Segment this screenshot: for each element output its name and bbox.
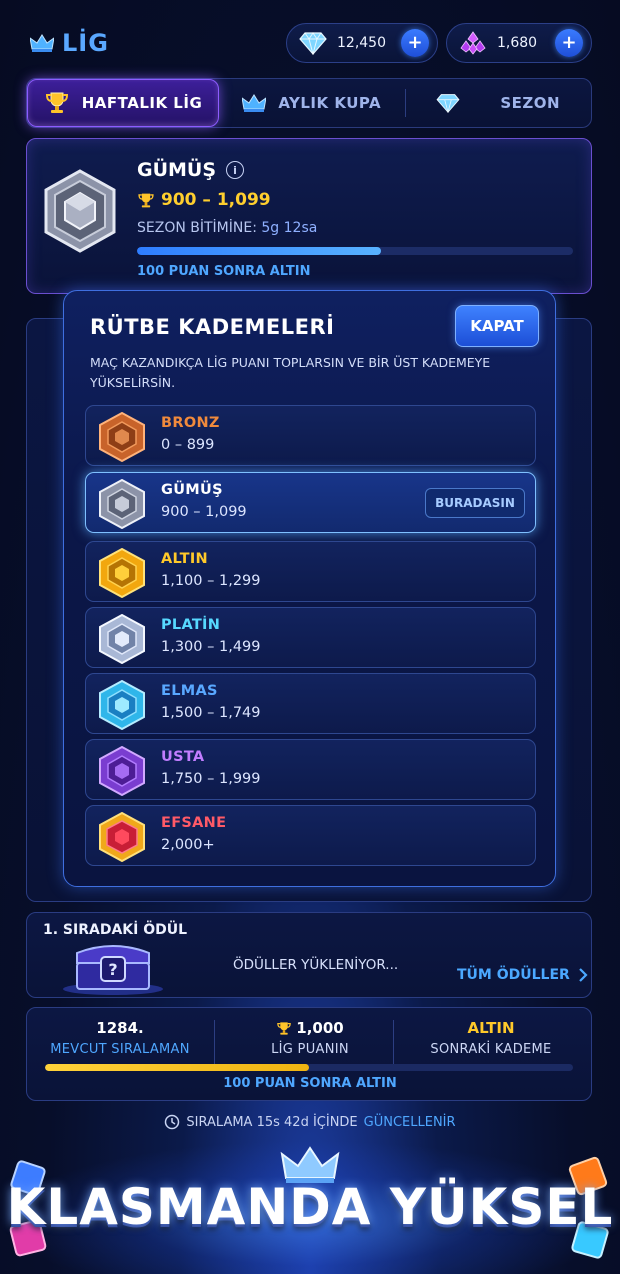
rank-value: 1284. xyxy=(96,1019,144,1037)
tab-weekly-league[interactable]: HAFTALIK LİG xyxy=(27,79,219,127)
crystals-value: 1,680 xyxy=(497,35,538,51)
reward-title: 1. SIRADAKİ ÖDÜL xyxy=(43,922,188,938)
league-progress-bar xyxy=(137,247,573,255)
gold-badge-icon xyxy=(99,548,145,598)
rank-label: MEVCUT SIRALAMAN xyxy=(50,1042,190,1057)
tier-row-legend: EFSANE 2,000+ xyxy=(85,805,536,866)
close-button[interactable]: KAPAT xyxy=(455,305,539,347)
tab-weekly-label: HAFTALIK LİG xyxy=(81,94,203,112)
season-label: SEZON BİTİMİNE: xyxy=(137,220,257,236)
ranking-update-timer: SIRALAMA 15s 42d İÇİNDE GÜNCELLENİR xyxy=(0,1114,620,1130)
master-badge-icon xyxy=(99,746,145,796)
tier-row-diamond: ELMAS 1,500 – 1,749 xyxy=(85,673,536,734)
points-value: 1,000 xyxy=(296,1019,344,1037)
stats-card: 1284. MEVCUT SIRALAMAN 1,000 LİG PUANIN … xyxy=(26,1007,592,1101)
trophy-icon xyxy=(45,92,68,113)
stat-divider xyxy=(214,1020,215,1064)
gems-counter: 12,450 + xyxy=(286,23,438,63)
tier-range: 2,000+ xyxy=(161,837,215,853)
stat-rank: 1284. MEVCUT SIRALAMAN xyxy=(31,1018,209,1057)
stat-next-tier: ALTIN SONRAKİ KADEME xyxy=(402,1018,580,1057)
tab-monthly-cup[interactable]: AYLIK KUPA xyxy=(219,79,405,127)
promo-banner-text: KLASMANDA YÜKSEL xyxy=(6,1178,614,1236)
add-gems-button[interactable]: + xyxy=(401,29,429,57)
update-prefix: SIRALAMA 15s 42d İÇİNDE xyxy=(186,1114,358,1130)
modal-title: RÜTBE KADEMELERİ xyxy=(90,315,335,339)
rank-tiers-modal: RÜTBE KADEMELERİ KAPAT MAÇ KAZANDIKÇA Lİ… xyxy=(63,290,556,887)
stat-divider xyxy=(393,1020,394,1064)
diamond-badge-icon xyxy=(99,680,145,730)
legend-badge-icon xyxy=(99,812,145,862)
tier-name: ALTIN xyxy=(161,551,208,567)
page-header: LİG xyxy=(30,28,109,58)
modal-description: MAÇ KAZANDIKÇA LİG PUANI TOPLARSIN VE Bİ… xyxy=(90,355,491,390)
tab-season-label: SEZON xyxy=(500,94,561,112)
current-tier-badge: BURADASIN xyxy=(425,488,525,518)
stats-progress-bar xyxy=(45,1064,573,1071)
current-league-card: GÜMÜŞ i 900 – 1,099 SEZON BİTİMİNE: 5g 1… xyxy=(26,138,592,294)
platinum-badge-icon xyxy=(99,614,145,664)
league-name: GÜMÜŞ xyxy=(137,159,217,181)
league-next-text: 100 PUAN SONRA ALTIN xyxy=(137,264,311,279)
tier-range: 1,100 – 1,299 xyxy=(161,573,261,589)
next-reward-card: 1. SIRADAKİ ÖDÜL ? ÖDÜLLER YÜKLENİYOR...… xyxy=(26,912,592,998)
league-tabs: HAFTALIK LİG AYLIK KUPA SEZON xyxy=(26,78,592,128)
diamond-icon xyxy=(299,32,327,55)
add-crystals-button[interactable]: + xyxy=(555,29,583,57)
season-countdown: SEZON BİTİMİNE: 5g 12sa xyxy=(137,220,317,236)
tier-row-master: USTA 1,750 – 1,999 xyxy=(85,739,536,800)
tier-name: USTA xyxy=(161,749,205,765)
points-label: LİG PUANIN xyxy=(271,1042,349,1057)
tier-range: 1,300 – 1,499 xyxy=(161,639,261,655)
all-rewards-link[interactable]: TÜM ÖDÜLLER xyxy=(457,967,588,983)
tier-range: 900 – 1,099 xyxy=(161,504,247,520)
tier-range: 0 – 899 xyxy=(161,437,215,453)
chevron-right-icon xyxy=(579,968,588,982)
trophy-icon xyxy=(277,1021,292,1035)
tier-name: PLATİN xyxy=(161,617,221,633)
tier-name: ELMAS xyxy=(161,683,218,699)
svg-text:?: ? xyxy=(108,960,117,979)
season-time: 5g 12sa xyxy=(261,220,318,236)
crown-icon xyxy=(242,94,267,112)
bronze-badge-icon xyxy=(99,412,145,462)
tier-row-platinum: PLATİN 1,300 – 1,499 xyxy=(85,607,536,668)
tier-range: 1,500 – 1,749 xyxy=(161,705,261,721)
diamond-icon xyxy=(436,94,460,113)
chest-icon: ? xyxy=(63,945,163,995)
tier-row-gold: ALTIN 1,100 – 1,299 xyxy=(85,541,536,602)
crown-icon xyxy=(30,34,54,52)
tier-range: 1,750 – 1,999 xyxy=(161,771,261,787)
league-range: 900 – 1,099 xyxy=(161,190,271,210)
stat-points: 1,000 LİG PUANIN xyxy=(221,1018,399,1057)
all-rewards-label: TÜM ÖDÜLLER xyxy=(457,967,570,983)
stats-progress-fill xyxy=(45,1064,309,1071)
rewards-loading-text: ÖDÜLLER YÜKLENİYOR... xyxy=(233,957,399,973)
league-progress-fill xyxy=(137,247,382,255)
tier-name: BRONZ xyxy=(161,415,220,431)
silver-badge-icon xyxy=(99,479,145,529)
update-highlight: GÜNCELLENİR xyxy=(363,1114,456,1130)
next-tier-value: ALTIN xyxy=(467,1019,515,1037)
page-title: LİG xyxy=(62,29,109,57)
tier-row-bronze: BRONZ 0 – 899 xyxy=(85,405,536,466)
tier-row-silver: GÜMÜŞ 900 – 1,099 BURADASIN xyxy=(85,472,536,533)
tab-season[interactable]: SEZON xyxy=(406,79,592,127)
info-icon[interactable]: i xyxy=(226,161,245,179)
crystals-counter: 1,680 + xyxy=(446,23,592,63)
stats-next-text: 100 PUAN SONRA ALTIN xyxy=(223,1076,397,1091)
tier-name: EFSANE xyxy=(161,815,227,831)
silver-badge-icon xyxy=(44,169,116,253)
clock-icon xyxy=(165,1114,180,1130)
next-tier-label: SONRAKİ KADEME xyxy=(430,1042,552,1057)
tier-name: GÜMÜŞ xyxy=(161,482,223,498)
crystals-icon xyxy=(460,31,486,55)
tab-monthly-label: AYLIK KUPA xyxy=(278,94,382,112)
gems-value: 12,450 xyxy=(337,35,386,51)
trophy-icon xyxy=(138,193,154,207)
